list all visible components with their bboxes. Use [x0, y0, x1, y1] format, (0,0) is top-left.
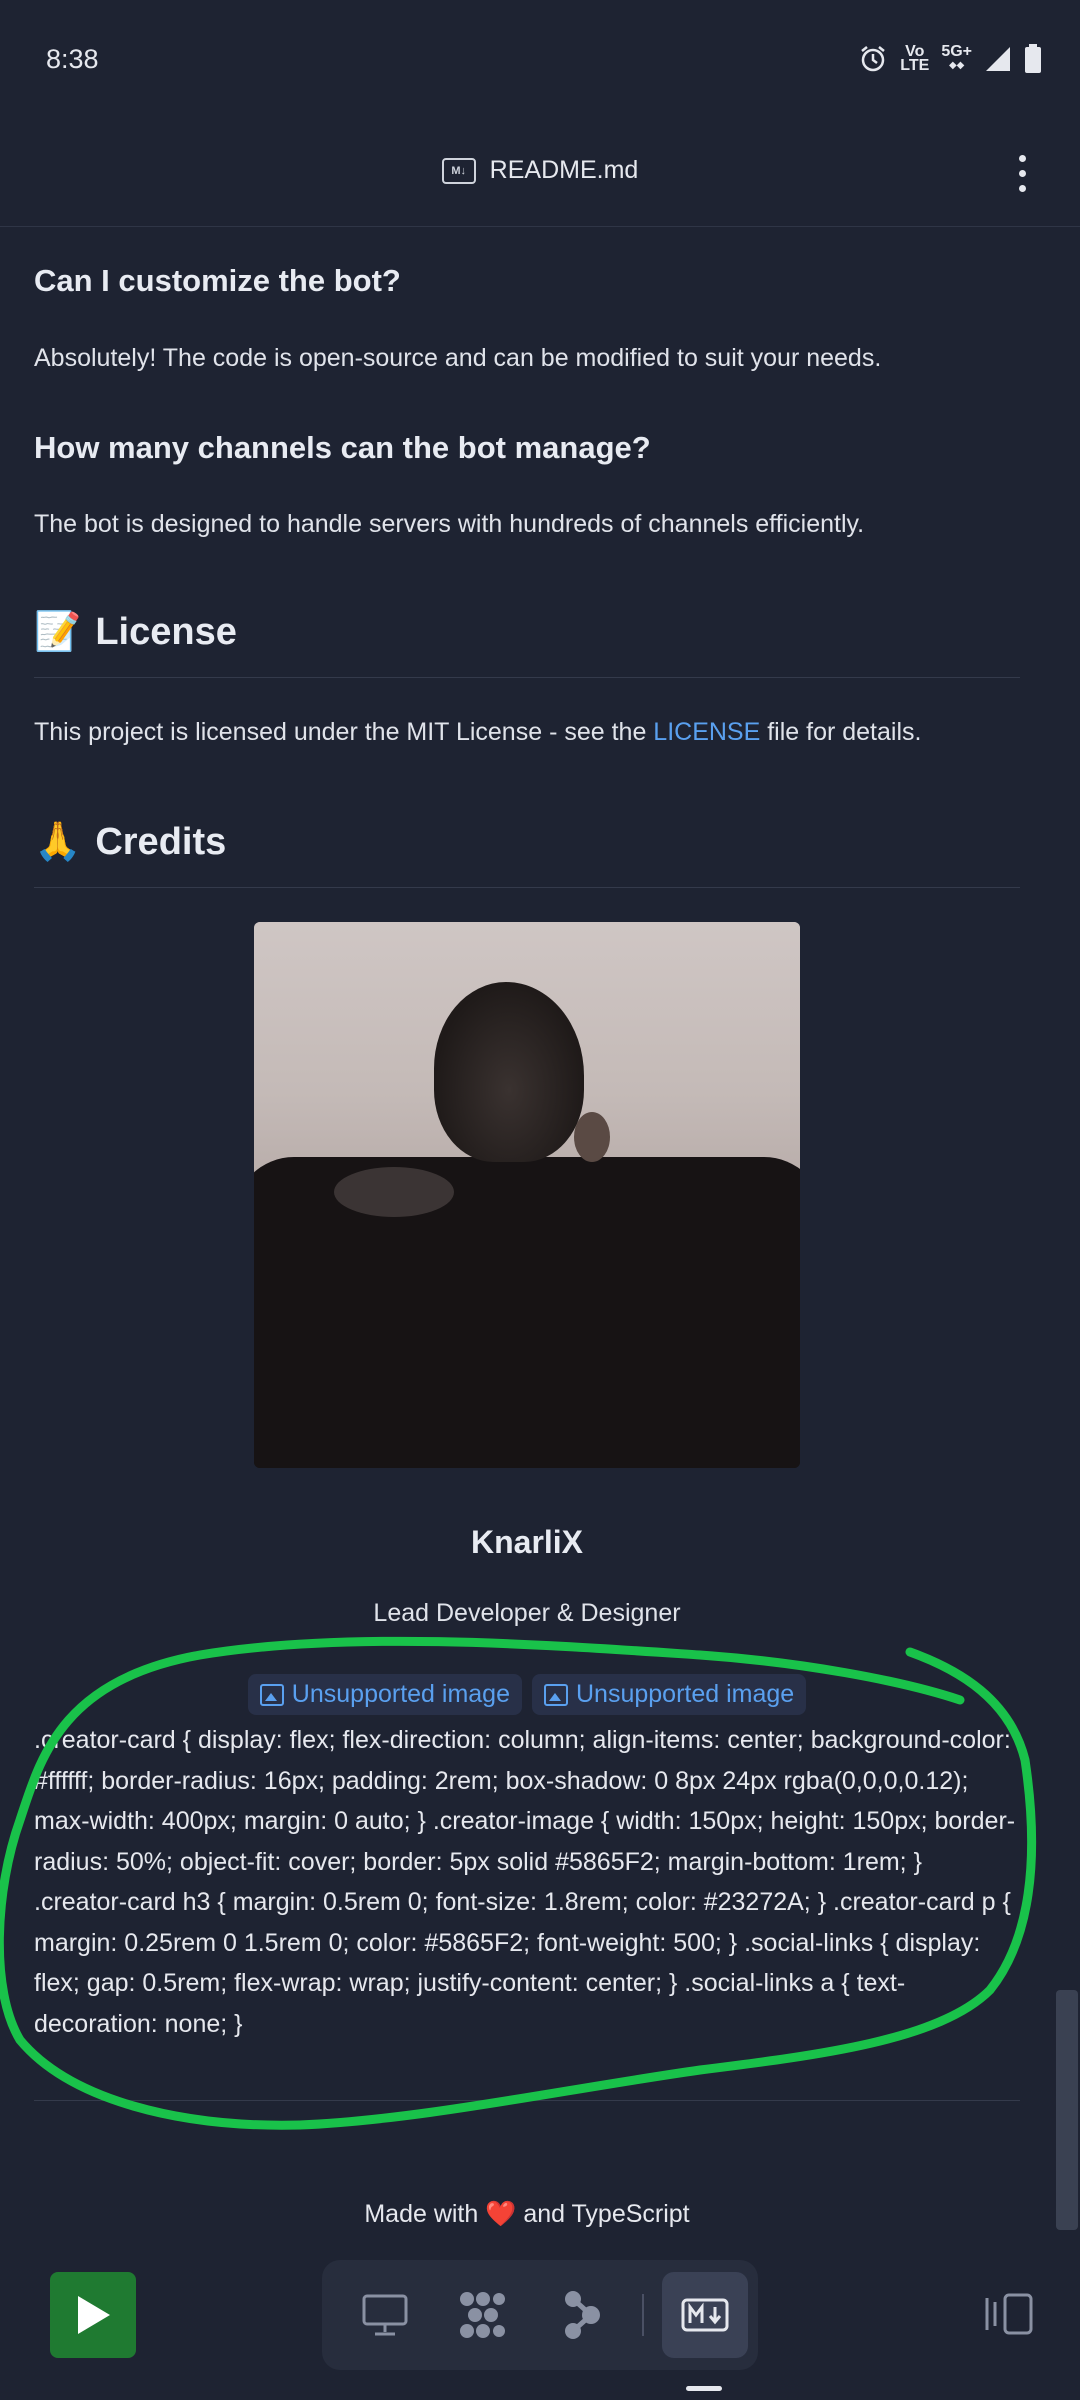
status-bar: 8:38 Vo LTE 5G+ ◆◆ [0, 0, 1080, 120]
app-bar: M↓ README.md [0, 120, 1080, 227]
license-text-after: file for details. [760, 718, 922, 746]
faq-answer: Absolutely! The code is open-source and … [34, 344, 882, 372]
markdown-file-icon: M↓ [441, 157, 476, 184]
tool-markdown[interactable] [662, 2272, 748, 2358]
branch-icon [565, 2291, 600, 2339]
faq-question: How many channels can the bot manage? [34, 430, 651, 465]
network-label: 5G+ [941, 43, 972, 60]
credits-heading: 🙏 Credits [34, 820, 1020, 864]
status-icons: Vo LTE 5G+ ◆◆ [858, 44, 1042, 74]
css-text: .creator-card { display: flex; flex-dire… [34, 1726, 1016, 2038]
more-options-button[interactable] [994, 145, 1050, 201]
battery-icon [1024, 44, 1042, 74]
unsupported-image-label: Unsupported image [576, 1680, 795, 1708]
pray-emoji: 🙏 [34, 821, 82, 863]
footer-text-before: Made with [364, 2200, 486, 2228]
more-dot [1018, 184, 1026, 192]
dots-icon [460, 2292, 505, 2338]
footer-text: Made with ❤️ and TypeScript [34, 2200, 1020, 2229]
split-view-icon [985, 2293, 1033, 2335]
creator-photo [254, 922, 800, 1468]
play-button[interactable] [50, 2272, 136, 2358]
signal-icon [984, 45, 1012, 73]
tool-dots[interactable] [440, 2272, 526, 2358]
divider [34, 887, 1020, 888]
tool-branch[interactable] [540, 2272, 626, 2358]
split-view-button[interactable] [974, 2282, 1044, 2346]
volte-bottom: LTE [900, 57, 930, 74]
file-title: M↓ README.md [0, 156, 1080, 185]
creator-name: KnarliX [470, 1524, 584, 1560]
divider [34, 2100, 1020, 2101]
unsupported-image-chip[interactable]: Unsupported image [247, 1674, 522, 1715]
creator-role: Lead Developer & Designer [373, 1599, 681, 1627]
scrollbar-thumb[interactable] [1056, 1990, 1078, 2230]
unsupported-image-label: Unsupported image [291, 1680, 510, 1708]
5g-icon: 5G+ ◆◆ [941, 43, 972, 72]
markdown-icon [681, 2298, 729, 2332]
unsupported-image-chip[interactable]: Unsupported image [532, 1674, 807, 1715]
view-toolbar [322, 2260, 758, 2370]
license-heading-text: License [95, 610, 237, 653]
file-name: README.md [489, 156, 639, 184]
gesture-bar [686, 2386, 722, 2391]
unsupported-images: Unsupported image Unsupported image [34, 1674, 1020, 1715]
monitor-icon [362, 2294, 408, 2336]
image-icon [259, 1683, 284, 1706]
more-dot [1018, 154, 1026, 162]
license-heading: 📝 License [34, 610, 1020, 654]
image-icon [544, 1683, 568, 1706]
license-text: This project is licensed under the MIT L… [34, 718, 1020, 747]
memo-emoji: 📝 [34, 611, 82, 653]
divider [34, 677, 1020, 678]
play-icon [78, 2296, 110, 2334]
heart-emoji: ❤️ [485, 2200, 517, 2228]
alarm-icon [858, 44, 888, 74]
toolbar-separator [642, 2294, 644, 2336]
license-text-before: This project is licensed under the MIT L… [34, 718, 654, 746]
more-dot [1018, 169, 1026, 177]
faq-answer: The bot is designed to handle servers wi… [34, 510, 865, 538]
tool-monitor[interactable] [342, 2272, 428, 2358]
volte-icon: Vo LTE [900, 44, 930, 74]
status-time: 8:38 [46, 44, 99, 74]
faq-question: Can I customize the bot? [34, 263, 401, 298]
footer-text-after: and TypeScript [516, 2200, 690, 2228]
license-link[interactable]: LICENSE [653, 718, 760, 746]
credits-heading-text: Credits [95, 820, 227, 863]
